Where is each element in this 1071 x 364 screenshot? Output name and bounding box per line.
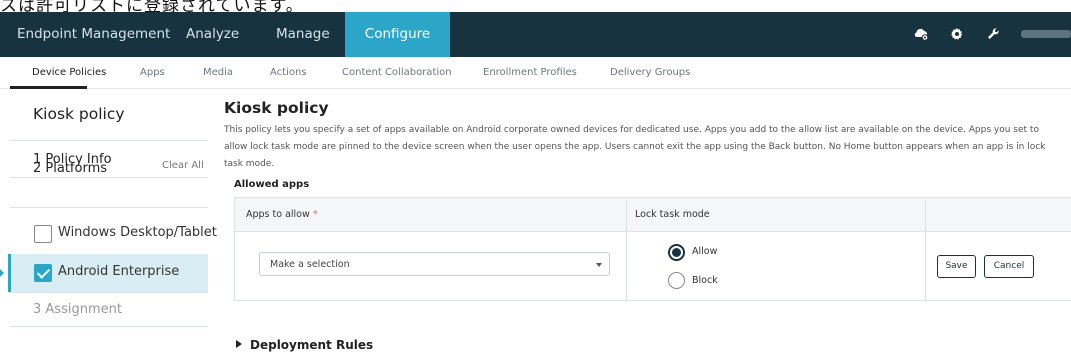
cloud-settings-icon[interactable] bbox=[913, 26, 929, 42]
platform-windows-desktop-tablet[interactable]: Windows Desktop/Tablet bbox=[10, 215, 217, 253]
nav-configure[interactable]: Configure bbox=[345, 12, 450, 57]
radio-allow[interactable] bbox=[668, 244, 685, 261]
divider bbox=[10, 326, 208, 327]
active-tab-indicator bbox=[10, 86, 87, 89]
platform-label: Windows Desktop/Tablet bbox=[58, 225, 217, 240]
deployment-rules-toggle[interactable]: Deployment Rules bbox=[236, 338, 373, 352]
deployment-rules-label: Deployment Rules bbox=[250, 338, 374, 352]
windows-checkbox[interactable] bbox=[34, 225, 52, 243]
platform-android-enterprise[interactable]: Android Enterprise bbox=[0, 254, 208, 292]
wrench-icon[interactable] bbox=[985, 26, 1001, 42]
divider bbox=[10, 177, 208, 178]
expand-arrow-icon bbox=[236, 340, 242, 348]
top-navigation: Endpoint Management Analyze Manage Confi… bbox=[0, 12, 1071, 57]
tab-apps[interactable]: Apps bbox=[140, 67, 165, 78]
step-assignment[interactable]: 3 Assignment bbox=[33, 302, 122, 317]
chevron-down-icon bbox=[596, 263, 602, 267]
radio-allow-label: Allow bbox=[692, 246, 718, 257]
page-title: Kiosk policy bbox=[224, 99, 329, 117]
sidebar-title: Kiosk policy bbox=[33, 105, 125, 123]
selected-arrow-icon bbox=[0, 269, 4, 277]
platform-label: Android Enterprise bbox=[58, 264, 180, 279]
tab-enrollment-profiles[interactable]: Enrollment Profiles bbox=[483, 67, 577, 78]
cancel-button[interactable]: Cancel bbox=[984, 255, 1034, 278]
user-account-menu[interactable] bbox=[1021, 30, 1071, 38]
nav-manage[interactable]: Manage bbox=[276, 12, 330, 57]
radio-block-label: Block bbox=[692, 275, 718, 286]
column-divider bbox=[925, 198, 926, 302]
tab-delivery-groups[interactable]: Delivery Groups bbox=[610, 67, 690, 78]
android-checkbox[interactable] bbox=[34, 264, 52, 282]
caption-text: スは許可リストに登録されています。 bbox=[0, 0, 304, 12]
brand-endpoint-management[interactable]: Endpoint Management bbox=[17, 12, 170, 57]
select-value: Make a selection bbox=[270, 259, 350, 270]
tab-actions[interactable]: Actions bbox=[270, 67, 307, 78]
divider bbox=[10, 140, 208, 141]
wizard-sidebar: Kiosk policy 1 Policy Info 2 Platforms C… bbox=[0, 90, 217, 364]
header-lock-task-mode: Lock task mode bbox=[635, 209, 710, 220]
allowed-apps-table: Apps to allow * Lock task mode Make a se… bbox=[234, 197, 1071, 302]
step-platforms[interactable]: 2 Platforms bbox=[33, 161, 107, 176]
required-marker: * bbox=[312, 209, 318, 220]
tab-content-collaboration[interactable]: Content Collaboration bbox=[342, 67, 452, 78]
tab-device-policies[interactable]: Device Policies bbox=[32, 67, 106, 78]
gear-icon[interactable] bbox=[949, 26, 965, 42]
allowed-apps-label: Allowed apps bbox=[234, 179, 310, 190]
radio-block[interactable] bbox=[668, 272, 685, 289]
sub-navigation: Device Policies Apps Media Actions Conte… bbox=[0, 57, 1071, 89]
header-apps-label: Apps to allow bbox=[246, 209, 310, 220]
save-button[interactable]: Save bbox=[937, 255, 976, 278]
column-divider bbox=[626, 198, 627, 302]
nav-analyze[interactable]: Analyze bbox=[186, 12, 239, 57]
clear-all-link[interactable]: Clear All bbox=[162, 160, 204, 171]
divider bbox=[10, 292, 208, 293]
selected-indicator bbox=[8, 254, 11, 292]
divider bbox=[10, 207, 208, 208]
policy-description: This policy lets you specify a set of ap… bbox=[224, 125, 1046, 169]
tab-media[interactable]: Media bbox=[203, 67, 233, 78]
apps-select-dropdown[interactable]: Make a selection bbox=[259, 252, 610, 276]
caption-strip: スは許可リストに登録されています。 bbox=[0, 0, 1071, 12]
header-apps-to-allow: Apps to allow * bbox=[246, 209, 318, 220]
